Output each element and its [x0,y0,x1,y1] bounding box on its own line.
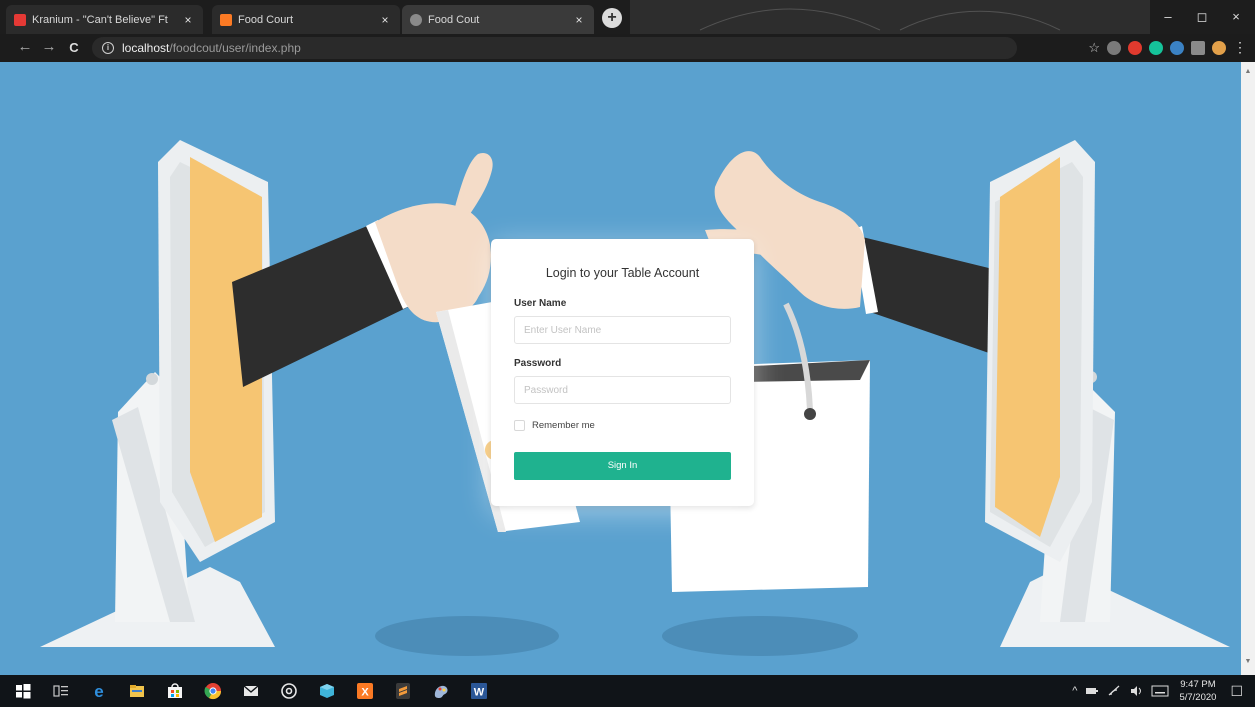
address-bar[interactable]: i localhost/foodcout/user/index.php [92,37,1017,59]
tab-close-icon[interactable]: × [378,13,392,27]
clock-date: 5/7/2020 [1179,692,1217,703]
floor-shadow-right [662,616,858,656]
page-scrollbar[interactable]: ▲ ▼ [1241,62,1255,675]
keyboard-icon[interactable] [1151,685,1169,697]
clock-time: 9:47 PM [1180,679,1216,690]
floor-shadow-left [375,616,559,656]
tab-title: Food Cout [428,13,480,26]
system-tray: ^ 9:47 PM 5/7/2020 ☐ [1072,675,1255,707]
scroll-up-icon[interactable]: ▲ [1244,68,1252,75]
tab-close-icon[interactable]: × [572,13,586,27]
username-input[interactable] [514,316,731,344]
close-window-button[interactable]: × [1219,0,1253,34]
sublime-icon[interactable] [394,682,412,700]
avatar-extension-icon[interactable] [1212,40,1226,55]
tab-food-court[interactable]: Food Court × [212,5,400,34]
browser-menu-icon[interactable]: ⋮ [1233,39,1247,56]
xampp-icon[interactable]: X [356,682,374,700]
playlist-extension-icon[interactable] [1191,40,1205,55]
wifi-icon[interactable] [1107,685,1121,697]
maximize-button[interactable]: ◻ [1185,0,1219,34]
remember-me-row: Remember me [514,420,731,431]
store-icon[interactable] [166,682,184,700]
forward-icon[interactable]: → [40,38,58,55]
file-explorer-icon[interactable] [128,682,146,700]
battery-icon[interactable] [1085,685,1099,697]
svg-text:e: e [94,682,103,700]
login-card: Login to your Table Account User Name Pa… [491,239,754,506]
xampp-favicon-icon [220,13,232,26]
app-cube-icon[interactable] [318,682,336,700]
paint-icon[interactable] [432,682,450,700]
back-icon[interactable]: ← [16,38,34,55]
svg-text:X: X [361,687,369,699]
opera-extension-icon[interactable] [1128,40,1142,55]
username-label: User Name [514,298,567,309]
address-toolbar: ← → C i localhost/foodcout/user/index.ph… [0,34,1255,62]
windows-start-icon[interactable] [14,682,32,700]
url-host: localhost [122,41,170,55]
page-favicon-icon [410,13,422,26]
svg-text:W: W [474,687,485,699]
bookmark-star-icon[interactable]: ☆ [1088,40,1100,56]
tab-food-cout[interactable]: Food Cout × [402,5,594,34]
password-input[interactable] [514,376,731,404]
tab-title: Kranium - "Can't Believe" Ft [32,13,168,26]
tab-title: Food Court [238,13,294,26]
sign-in-button[interactable]: Sign In [514,452,731,480]
remember-me-label[interactable]: Remember me [532,420,595,431]
left-monitor-icon [40,140,275,647]
remember-me-checkbox[interactable] [514,420,525,431]
globe-extension-icon[interactable] [1170,40,1184,55]
youtube-favicon-icon [14,13,26,26]
new-tab-button[interactable]: + [602,8,622,28]
help-extension-icon[interactable] [1107,40,1121,55]
password-label: Password [514,358,562,369]
chrome-icon[interactable] [204,682,222,700]
word-icon[interactable]: W [470,682,488,700]
info-icon[interactable]: i [102,42,114,54]
task-view-icon[interactable] [52,682,70,700]
groove-icon[interactable] [280,682,298,700]
browser-tab-strip: Kranium - "Can't Believe" Ft × Food Cour… [0,0,1255,34]
show-hidden-icons-icon[interactable]: ^ [1072,685,1077,697]
grammarly-extension-icon[interactable] [1149,40,1163,55]
page-viewport: ▲ ▼ Login to your Table Account User Nam… [0,62,1255,675]
tab-close-icon[interactable]: × [181,13,195,27]
windows-taskbar: e X W ^ 9:47 PM 5/7/2020 ☐ [0,675,1255,707]
notifications-icon[interactable]: ☐ [1230,683,1243,700]
scroll-down-icon[interactable]: ▼ [1244,658,1252,665]
volume-icon[interactable] [1129,685,1143,697]
clock[interactable]: 9:47 PM 5/7/2020 [1179,678,1216,704]
right-monitor-icon [985,140,1230,647]
extensions-area: ☆ ⋮ [1088,39,1247,56]
tab-kranium[interactable]: Kranium - "Can't Believe" Ft × [6,5,203,34]
login-title: Login to your Table Account [545,266,700,280]
mail-icon[interactable] [242,682,260,700]
reload-icon[interactable]: C [65,40,83,55]
url-path: /foodcout/user/index.php [169,41,301,55]
minimize-button[interactable]: – [1151,0,1185,34]
edge-icon[interactable]: e [90,682,108,700]
